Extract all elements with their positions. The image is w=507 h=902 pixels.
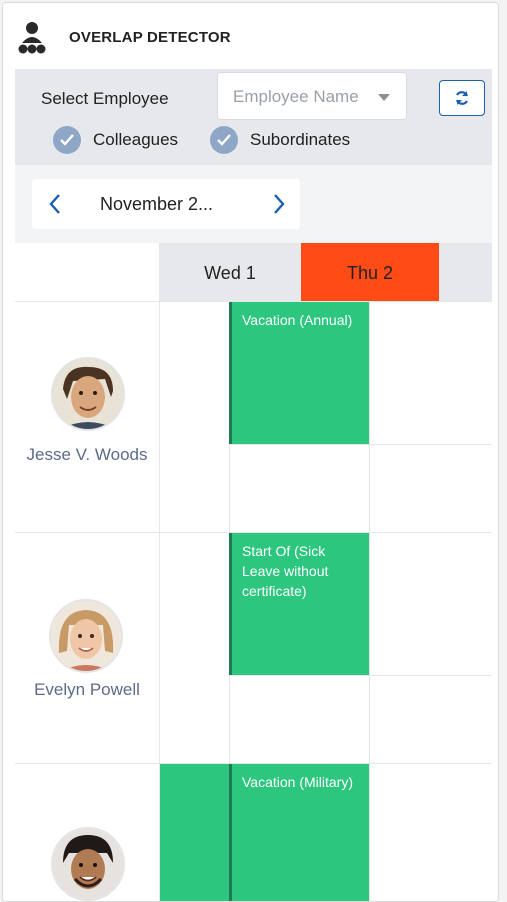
subordinates-label: Subordinates — [250, 130, 351, 149]
day-label: Wed 1 — [204, 263, 256, 283]
checkmark-icon — [53, 126, 81, 154]
app-header: OVERLAP DETECTOR — [3, 3, 498, 69]
employee-name-link[interactable]: Evelyn Powell — [15, 680, 159, 700]
employee-select-placeholder: Employee Name — [233, 87, 359, 106]
event-block[interactable] — [160, 764, 229, 901]
checkmark-icon — [210, 126, 238, 154]
schedule-grid: Wed 1 Thu 2 Jesse V. Woods Vacation (Ann… — [15, 243, 492, 901]
chevron-left-icon[interactable] — [44, 191, 66, 217]
team-icon — [18, 22, 46, 54]
event-label: Vacation (Military) — [242, 774, 353, 790]
day-label: Thu 2 — [346, 263, 394, 283]
day-header-thu: Thu 2 — [301, 243, 439, 301]
select-employee-label: Select Employee — [41, 89, 169, 108]
event-block[interactable]: Vacation (Annual) — [229, 302, 369, 444]
event-label: Start Of (Sick Leave without certificate… — [242, 543, 329, 599]
date-navigation-bar: November 2... — [15, 165, 492, 243]
avatar — [49, 599, 123, 673]
day-header-wed: Wed 1 — [159, 243, 301, 301]
date-navigator: November 2... — [32, 179, 300, 229]
avatar — [51, 357, 125, 431]
column-divider — [369, 301, 370, 901]
filter-panel: Select Employee Employee Name Colleagues… — [15, 69, 492, 165]
day-header-next — [439, 243, 492, 301]
slot-divider — [229, 444, 492, 445]
app-title: OVERLAP DETECTOR — [69, 29, 231, 46]
refresh-icon — [455, 91, 469, 105]
employee-select[interactable]: Employee Name — [217, 72, 407, 120]
avatar — [51, 827, 125, 901]
colleagues-label: Colleagues — [93, 130, 179, 149]
chevron-down-icon — [378, 94, 390, 101]
overlap-detector-card: OVERLAP DETECTOR Select Employee Employe… — [2, 2, 499, 902]
event-block[interactable]: Start Of (Sick Leave without certificate… — [229, 533, 369, 675]
refresh-button[interactable] — [439, 80, 485, 116]
event-block[interactable]: Vacation (Military) — [229, 764, 369, 901]
chevron-right-icon[interactable] — [268, 191, 290, 217]
event-label: Vacation (Annual) — [242, 312, 353, 328]
slot-divider — [229, 675, 492, 676]
employee-name-link[interactable]: Jesse V. Woods — [15, 445, 159, 465]
current-date-label[interactable]: November 2... — [100, 194, 213, 215]
